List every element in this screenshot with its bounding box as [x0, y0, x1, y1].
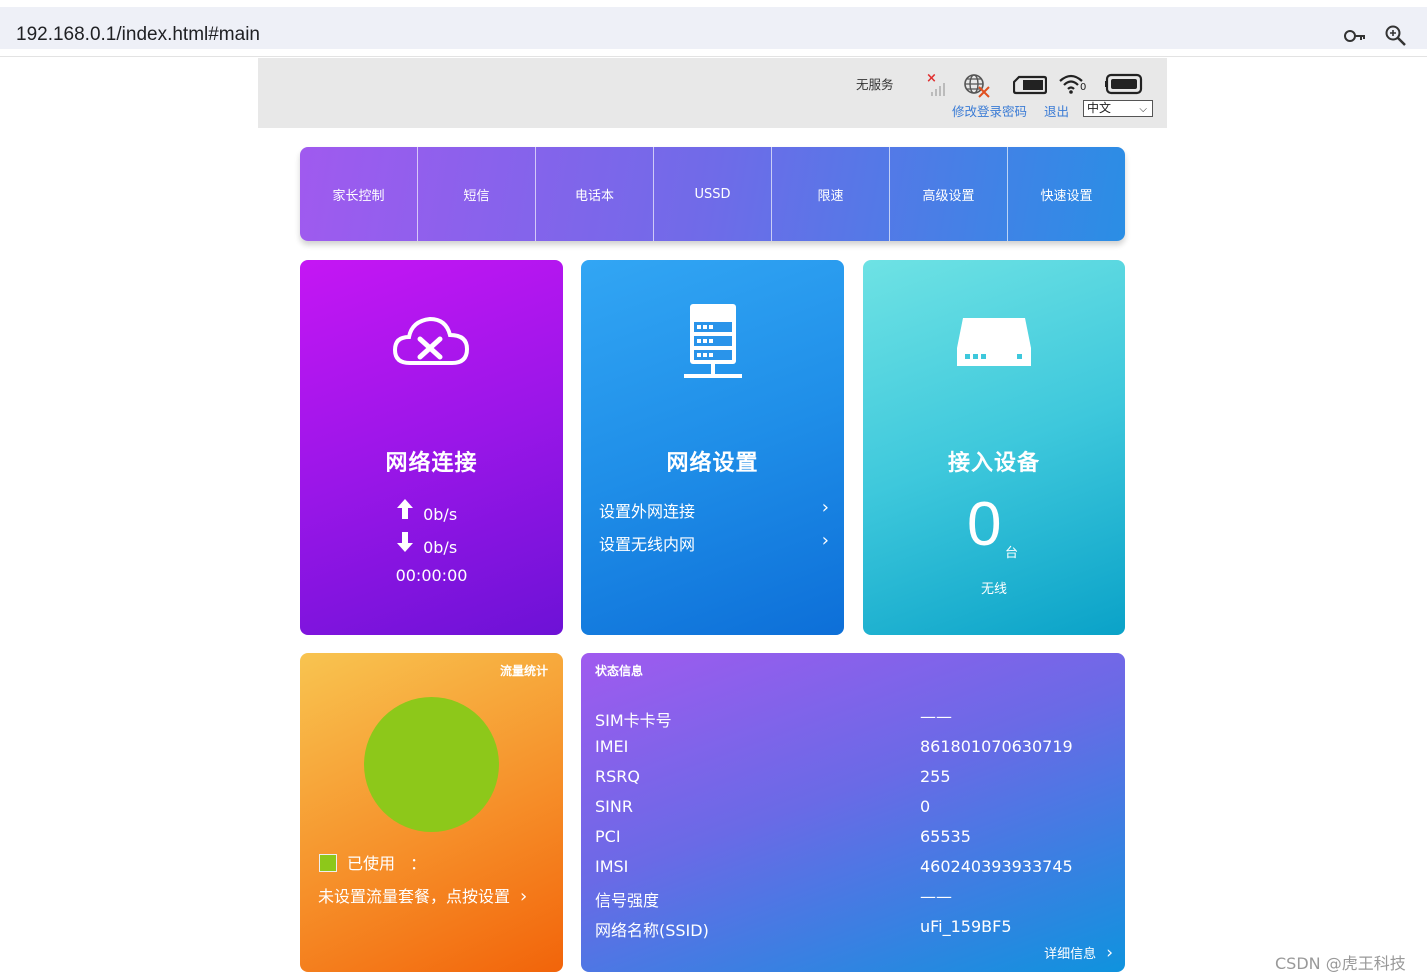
info-row-sim: SIM卡卡号 ——: [595, 707, 1115, 730]
nav-ussd[interactable]: USSD: [654, 147, 772, 241]
connected-devices-card[interactable]: 接入设备 0 台 无线: [863, 260, 1125, 635]
cloud-disconnected-icon: [392, 316, 470, 365]
router-header: 无服务 × 0 修改登录密码 退出 中文 ⌵: [258, 58, 1167, 128]
info-row-signal-strength: 信号强度 ——: [595, 887, 1115, 910]
info-label: 网络名称(SSID): [595, 921, 709, 940]
change-password-link[interactable]: 修改登录密码: [952, 101, 1027, 120]
language-value: 中文: [1087, 101, 1112, 115]
chevron-right-icon: ›: [1106, 943, 1113, 963]
info-label: SIM卡卡号: [595, 711, 672, 730]
address-field[interactable]: 192.168.0.1/index.html#main: [0, 7, 1427, 49]
browser-address-bar: 192.168.0.1/index.html#main: [0, 0, 1427, 57]
wifi-client-count: 0: [1080, 82, 1087, 93]
info-value: ——: [920, 707, 952, 726]
sim-card-icon: [1013, 75, 1047, 95]
upload-rate-value: 0b/s: [423, 505, 458, 524]
chevron-right-icon: ›: [821, 497, 829, 518]
nav-advanced-settings[interactable]: 高级设置: [890, 147, 1008, 241]
network-connection-title: 网络连接: [385, 451, 478, 476]
logout-link[interactable]: 退出: [1044, 101, 1069, 120]
status-info-card: 状态信息 SIM卡卡号 —— IMEI 861801070630719 RSRQ…: [581, 653, 1125, 972]
language-select[interactable]: 中文 ⌵: [1083, 100, 1153, 117]
connection-duration: 00:00:00: [395, 566, 468, 585]
info-label: SINR: [595, 797, 633, 816]
nav-quick-setup[interactable]: 快速设置: [1008, 147, 1125, 241]
wlan-settings-label: 设置无线内网: [599, 535, 696, 554]
wlan-settings-link[interactable]: 设置无线内网 ›: [599, 530, 829, 555]
download-rate: 0b/s: [396, 531, 457, 557]
info-label: 信号强度: [595, 891, 660, 910]
download-arrow-icon: [396, 531, 418, 557]
set-data-plan-link[interactable]: 未设置流量套餐，点按设置 ›: [318, 883, 527, 907]
info-value: ——: [920, 887, 952, 906]
details-label: 详细信息: [1044, 947, 1097, 962]
chevron-right-icon: ›: [821, 530, 829, 551]
traffic-usage-pie: [364, 697, 499, 832]
info-row-imei: IMEI 861801070630719: [595, 737, 1115, 759]
signal-bars-icon: [931, 83, 945, 96]
router-device-icon: [957, 318, 1031, 366]
info-value: 0: [920, 797, 931, 816]
info-row-imsi: IMSI 460240393933745: [595, 857, 1115, 879]
device-count: 0: [967, 490, 1002, 559]
nav-sms[interactable]: 短信: [418, 147, 536, 241]
wan-settings-label: 设置外网连接: [599, 502, 696, 521]
info-row-sinr: SINR 0: [595, 797, 1115, 819]
set-data-plan-label: 未设置流量套餐，点按设置: [318, 887, 511, 906]
network-settings-title: 网络设置: [666, 451, 759, 476]
info-value: 861801070630719: [920, 737, 1073, 756]
info-row-ssid: 网络名称(SSID) uFi_159BF5: [595, 917, 1115, 940]
zoom-icon[interactable]: [1383, 23, 1409, 49]
status-info-title: 状态信息: [595, 664, 644, 678]
info-label: RSRQ: [595, 767, 640, 786]
no-internet-globe-icon: [964, 74, 990, 98]
info-value: 65535: [920, 827, 971, 846]
used-color-swatch: [319, 854, 337, 872]
device-count-unit: 台: [1005, 546, 1019, 561]
url-text[interactable]: 192.168.0.1/index.html#main: [16, 24, 260, 46]
info-label: PCI: [595, 827, 621, 846]
nav-speed-limit[interactable]: 限速: [772, 147, 890, 241]
battery-icon: [1105, 73, 1143, 95]
network-settings-card: 网络设置 设置外网连接 › 设置无线内网 ›: [581, 260, 844, 635]
used-label: 已使用: [347, 854, 396, 873]
upload-arrow-icon: [396, 498, 418, 524]
upload-rate: 0b/s: [396, 498, 457, 524]
used-value: ：: [410, 854, 427, 873]
nav-parental-control[interactable]: 家长控制: [300, 147, 418, 241]
info-row-rsrq: RSRQ 255: [595, 767, 1115, 789]
info-value: 460240393933745: [920, 857, 1073, 876]
watermark: CSDN @虎王科技: [1275, 954, 1406, 973]
wan-settings-link[interactable]: 设置外网连接 ›: [599, 497, 829, 522]
chevron-down-icon: ⌵: [1139, 104, 1147, 115]
network-connection-card[interactable]: 网络连接 0b/s 0b/s 00:00:00: [300, 260, 563, 635]
key-icon[interactable]: [1342, 23, 1368, 49]
nav-phonebook[interactable]: 电话本: [536, 147, 654, 241]
chevron-right-icon: ›: [520, 886, 528, 907]
device-type-label: 无线: [980, 582, 1007, 597]
info-row-pci: PCI 65535: [595, 827, 1115, 849]
connected-devices-title: 接入设备: [947, 451, 1040, 476]
info-value: uFi_159BF5: [920, 917, 1012, 936]
server-icon: [684, 304, 742, 378]
traffic-statistics-title: 流量统计: [499, 664, 548, 678]
network-status-text: 无服务: [856, 77, 894, 92]
info-label: IMSI: [595, 857, 629, 876]
info-label: IMEI: [595, 737, 629, 756]
traffic-used-legend: 已使用 ：: [319, 850, 426, 874]
traffic-statistics-card: 流量统计 已使用 ： 未设置流量套餐，点按设置 ›: [300, 653, 563, 972]
download-rate-value: 0b/s: [423, 538, 458, 557]
info-value: 255: [920, 767, 951, 786]
details-link[interactable]: 详细信息 ›: [1044, 943, 1113, 963]
main-nav: 家长控制 短信 电话本 USSD 限速 高级设置 快速设置: [300, 147, 1125, 241]
